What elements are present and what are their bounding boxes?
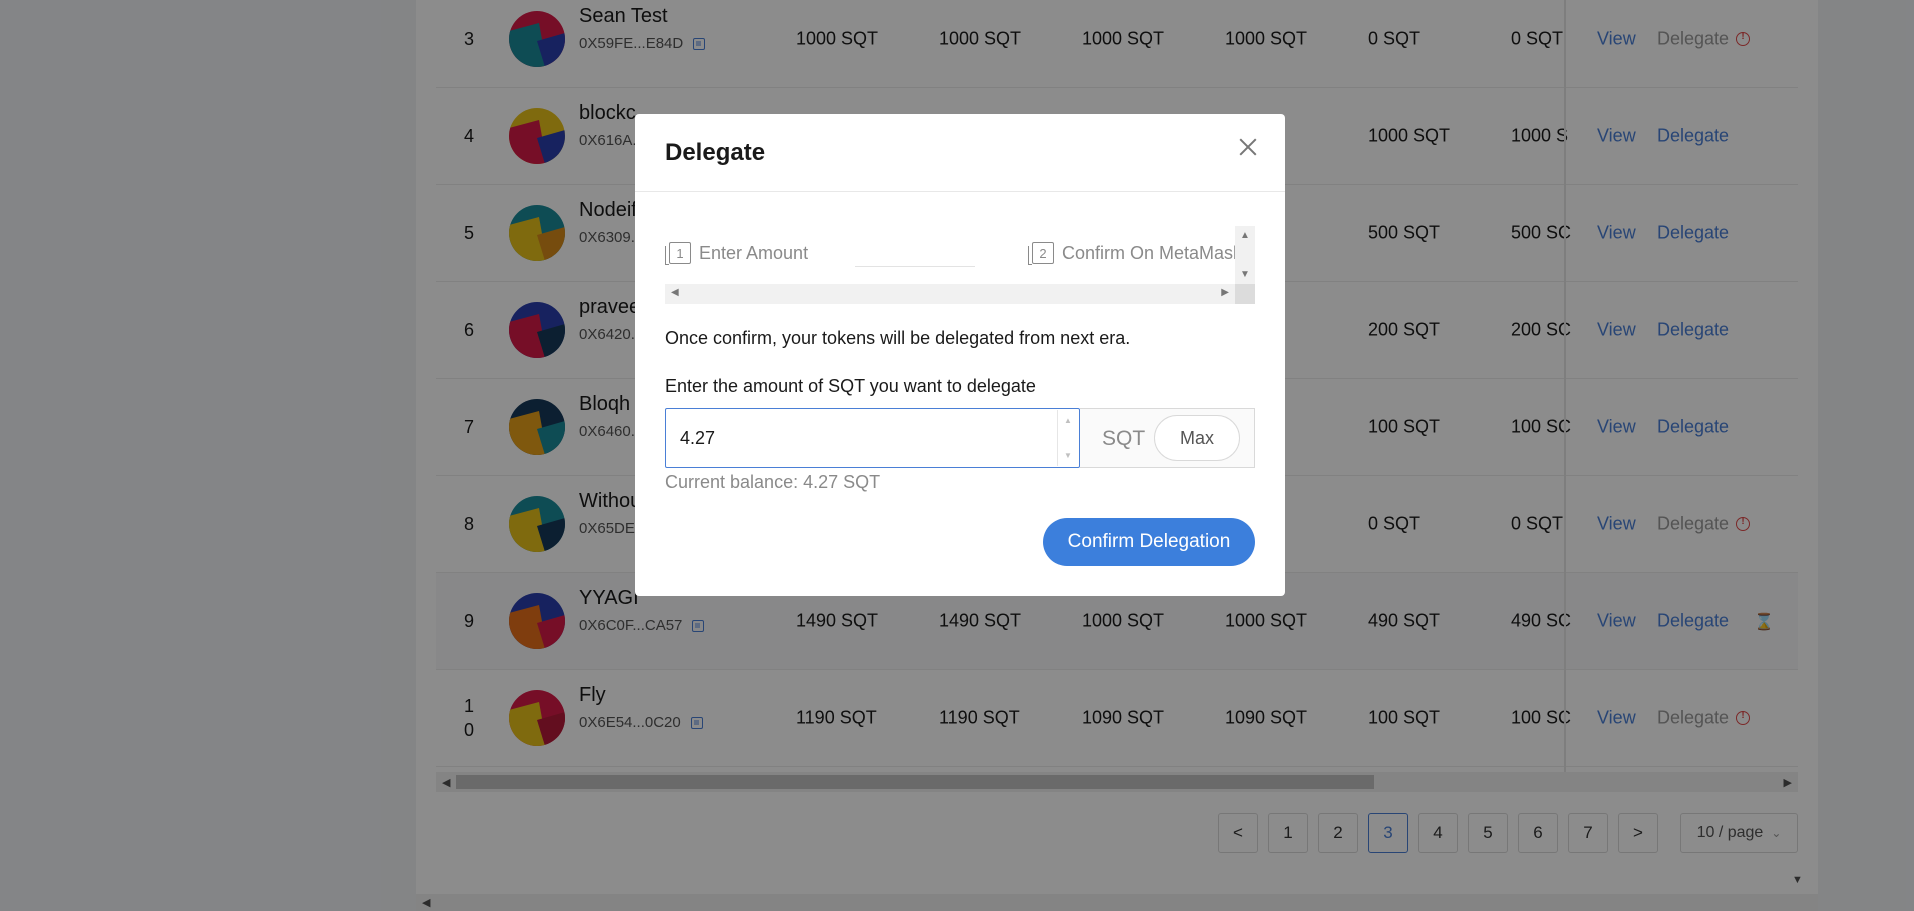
step-connector [855,266,975,267]
amount-stepper[interactable]: ▲ ▼ [1057,410,1077,466]
amount-addon: SQT Max [1080,408,1255,468]
amount-input[interactable] [665,408,1080,468]
step-number-icon: 1 [665,242,691,265]
current-balance: Current balance: 4.27 SQT [665,472,881,492]
increment-icon[interactable]: ▲ [1064,416,1072,425]
modal-title: Delegate [665,139,766,166]
amount-input-group: ▲ ▼ SQT Max [665,408,1255,468]
unit-label: SQT [1102,427,1146,450]
step-confirm-metamask: 2 Confirm On MetaMask [1028,242,1235,265]
delegate-modal: Delegate 1 Enter Amount 2 Confirm On Met… [635,114,1285,596]
step-number-icon: 2 [1028,242,1054,265]
scroll-right-icon[interactable]: ▶ [1221,287,1229,298]
amount-label: Enter the amount of SQT you want to dele… [665,376,1036,396]
step-label: Enter Amount [699,242,809,263]
modal-header: Delegate [635,114,1285,192]
confirm-delegation-button[interactable]: Confirm Delegation [1043,518,1255,566]
decrement-icon[interactable]: ▼ [1064,451,1072,460]
scroll-left-icon[interactable]: ◀ [671,287,679,298]
scroll-up-icon[interactable]: ▲ [1240,230,1250,241]
scrollbar-corner [1235,284,1255,304]
delegation-notice: Once confirm, your tokens will be delega… [665,328,1131,348]
max-button[interactable]: Max [1154,415,1240,461]
steps-panel: 1 Enter Amount 2 Confirm On MetaMask ▲ ▼… [665,226,1255,308]
step-label: Confirm On MetaMask [1062,242,1235,263]
scroll-down-icon[interactable]: ▼ [1240,269,1250,280]
steps-vertical-scrollbar[interactable]: ▲ ▼ [1235,226,1255,284]
steps-horizontal-scrollbar[interactable]: ◀ ▶ [665,284,1235,304]
steps-viewport: 1 Enter Amount 2 Confirm On MetaMask [665,226,1235,284]
step-enter-amount: 1 Enter Amount [665,242,809,265]
close-icon[interactable] [1237,136,1259,158]
